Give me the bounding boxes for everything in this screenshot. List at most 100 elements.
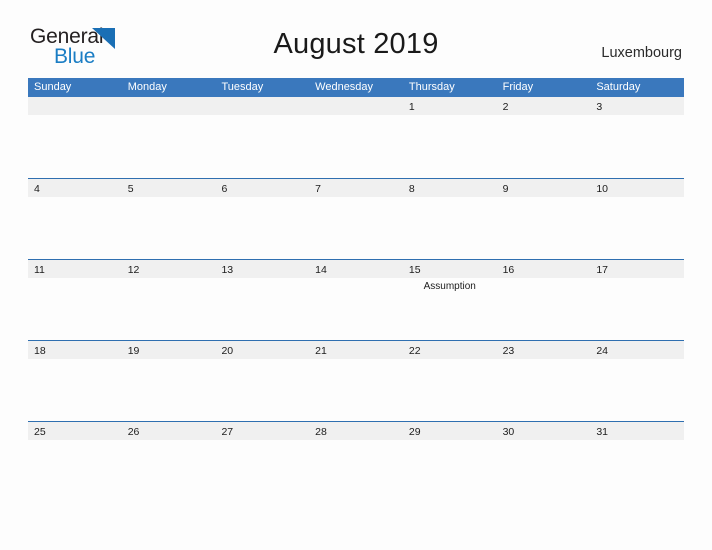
day-number-band: 9 bbox=[496, 179, 591, 197]
day-number-band: 14 bbox=[309, 260, 403, 278]
calendar-weeks: 1 2 3 4 5 6 7 8 9 10 11 12 13 14 15 Assumption 16 17 18 19 2… bbox=[28, 97, 685, 502]
day-number-band: 5 bbox=[121, 179, 216, 197]
day-number-band: 22 bbox=[402, 341, 497, 359]
day-number-band: 1 bbox=[402, 97, 497, 115]
calendar-day-cell-empty bbox=[28, 97, 122, 178]
day-number-band: 21 bbox=[309, 341, 403, 359]
page-header: General Blue August 2019 Luxembourg bbox=[0, 0, 712, 67]
calendar-week-row: 11 12 13 14 15 Assumption 16 17 bbox=[28, 259, 685, 340]
weekday-header-tuesday: Tuesday bbox=[221, 81, 264, 93]
day-number-band: 18 bbox=[28, 341, 122, 359]
calendar-day-cell[interactable]: 9 bbox=[496, 179, 591, 259]
calendar-day-cell[interactable]: 24 bbox=[590, 341, 685, 421]
day-number: 21 bbox=[315, 345, 327, 357]
day-number-band: 27 bbox=[215, 422, 310, 440]
day-number bbox=[215, 101, 221, 113]
day-number: 29 bbox=[408, 426, 421, 438]
calendar-week-row: 1 2 3 bbox=[28, 97, 685, 178]
calendar-day-cell[interactable]: 21 bbox=[309, 341, 403, 421]
calendar-day-cell[interactable]: 16 bbox=[496, 260, 591, 340]
calendar-day-cell[interactable]: 25 bbox=[28, 422, 122, 502]
calendar-week-row: 25 26 27 28 29 30 31 bbox=[28, 421, 685, 502]
day-number: 19 bbox=[127, 345, 140, 357]
day-number: 9 bbox=[502, 183, 509, 195]
day-number-band: 4 bbox=[28, 179, 122, 197]
day-number: 10 bbox=[596, 183, 608, 195]
day-number: 18 bbox=[34, 345, 46, 357]
day-number-band bbox=[28, 97, 122, 115]
day-number-band: 19 bbox=[121, 341, 216, 359]
day-number-band: 2 bbox=[496, 97, 591, 115]
calendar-week-row: 4 5 6 7 8 9 10 bbox=[28, 178, 685, 259]
day-number: 2 bbox=[502, 101, 509, 113]
calendar-day-cell[interactable]: 30 bbox=[496, 422, 591, 502]
calendar-day-cell[interactable]: 2 bbox=[496, 97, 591, 178]
day-number: 23 bbox=[502, 345, 515, 357]
calendar-day-cell[interactable]: 20 bbox=[215, 341, 310, 421]
day-number: 8 bbox=[408, 183, 415, 195]
holiday-label: Assumption bbox=[423, 281, 476, 292]
day-number-band: 17 bbox=[590, 260, 685, 278]
weekday-header-thursday: Thursday bbox=[408, 81, 455, 93]
calendar-day-cell[interactable]: 14 bbox=[309, 260, 403, 340]
day-number bbox=[28, 101, 34, 113]
day-number-band: 26 bbox=[121, 422, 216, 440]
calendar-day-cell[interactable]: 22 bbox=[402, 341, 497, 421]
calendar-day-cell[interactable]: 27 bbox=[215, 422, 310, 502]
day-number: 31 bbox=[596, 426, 608, 438]
calendar-day-cell[interactable]: 4 bbox=[28, 179, 122, 259]
day-number-band: 20 bbox=[215, 341, 310, 359]
day-number: 11 bbox=[34, 264, 45, 276]
day-number-band: 29 bbox=[402, 422, 497, 440]
day-number-band: 23 bbox=[496, 341, 591, 359]
weekday-header-monday: Monday bbox=[127, 81, 167, 93]
calendar-day-cell[interactable]: 8 bbox=[402, 179, 497, 259]
calendar-day-cell[interactable]: 6 bbox=[215, 179, 310, 259]
calendar-day-cell[interactable]: 10 bbox=[590, 179, 685, 259]
day-number: 5 bbox=[127, 183, 134, 195]
calendar-day-cell[interactable]: 11 bbox=[28, 260, 122, 340]
calendar-day-cell[interactable]: 15 Assumption bbox=[402, 260, 497, 340]
calendar-day-cell[interactable]: 18 bbox=[28, 341, 122, 421]
day-number: 4 bbox=[34, 183, 40, 195]
day-number-band: 10 bbox=[590, 179, 685, 197]
day-number bbox=[122, 101, 128, 113]
calendar-day-cell-empty bbox=[215, 97, 310, 178]
day-number-band: 6 bbox=[215, 179, 310, 197]
day-number-band bbox=[215, 97, 310, 115]
day-number: 22 bbox=[408, 345, 421, 357]
day-number: 24 bbox=[596, 345, 608, 357]
day-number-band: 15 bbox=[402, 260, 497, 278]
calendar-day-cell[interactable]: 5 bbox=[121, 179, 216, 259]
day-number: 17 bbox=[596, 264, 608, 276]
calendar-day-cell[interactable]: 29 bbox=[402, 422, 497, 502]
calendar-day-cell[interactable]: 3 bbox=[590, 97, 685, 178]
calendar-day-cell[interactable]: 19 bbox=[121, 341, 216, 421]
day-number-band: 28 bbox=[309, 422, 403, 440]
calendar-day-cell[interactable]: 31 bbox=[590, 422, 685, 502]
day-number: 16 bbox=[502, 264, 515, 276]
day-number-band: 31 bbox=[590, 422, 685, 440]
day-number: 15 bbox=[408, 264, 421, 276]
day-number: 30 bbox=[502, 426, 515, 438]
calendar-day-cell[interactable]: 7 bbox=[309, 179, 403, 259]
calendar-day-cell[interactable]: 23 bbox=[496, 341, 591, 421]
day-number-band: 12 bbox=[121, 260, 216, 278]
calendar-day-cell[interactable]: 28 bbox=[309, 422, 403, 502]
calendar-day-cell[interactable]: 26 bbox=[121, 422, 216, 502]
calendar-day-cell[interactable]: 13 bbox=[215, 260, 310, 340]
day-number-band: 30 bbox=[496, 422, 591, 440]
calendar-day-cell[interactable]: 17 bbox=[590, 260, 685, 340]
day-number: 26 bbox=[127, 426, 140, 438]
calendar-day-cell[interactable]: 1 bbox=[402, 97, 497, 178]
calendar-day-cell[interactable]: 12 bbox=[121, 260, 216, 340]
day-number-band: 24 bbox=[590, 341, 685, 359]
day-number-band: 7 bbox=[309, 179, 403, 197]
day-number-band: 13 bbox=[215, 260, 310, 278]
day-number-band bbox=[309, 97, 403, 115]
day-number: 12 bbox=[127, 264, 140, 276]
day-number: 25 bbox=[34, 426, 46, 438]
day-number-band: 16 bbox=[496, 260, 591, 278]
calendar-day-cell-empty bbox=[121, 97, 216, 178]
day-number: 27 bbox=[221, 426, 234, 438]
